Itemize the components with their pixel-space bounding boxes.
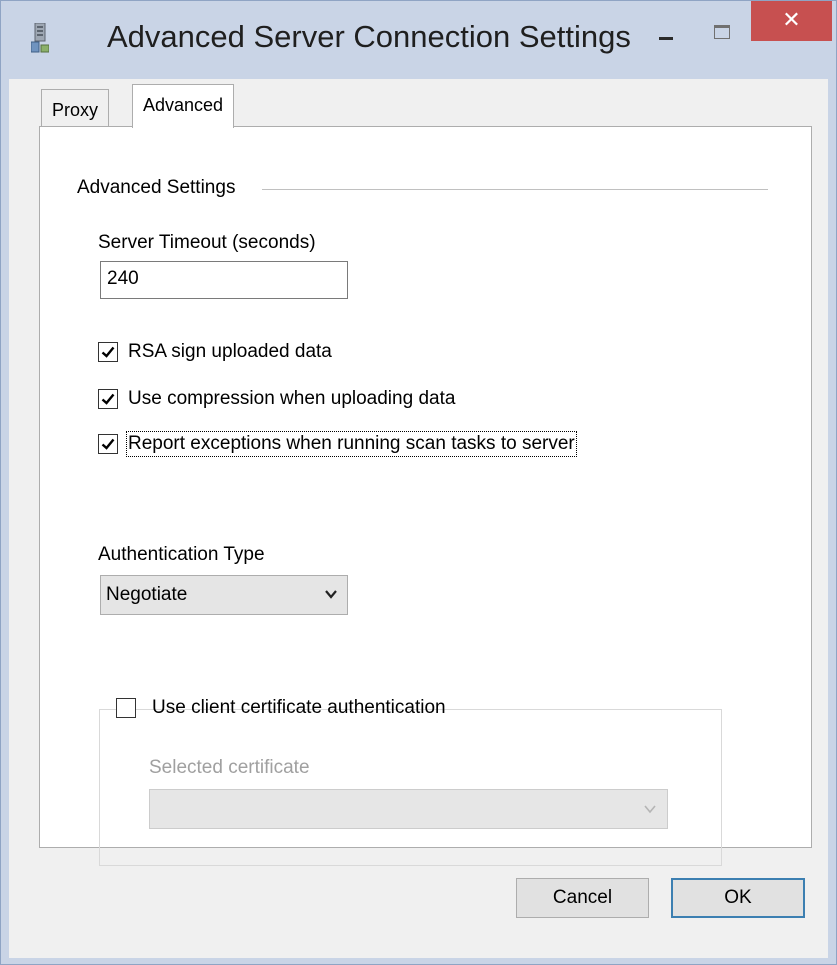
dialog-window: Advanced Server Connection Settings ✕ Pr… <box>0 0 837 965</box>
group-divider <box>262 189 768 190</box>
authentication-type-select[interactable]: Negotiate <box>100 575 348 615</box>
tab-proxy[interactable]: Proxy <box>41 89 110 127</box>
chevron-down-icon <box>644 805 656 814</box>
client-certificate-checkbox-row[interactable]: Use client certificate authentication <box>116 695 446 723</box>
report-exceptions-checkbox[interactable] <box>98 434 118 454</box>
client-certificate-checkbox[interactable] <box>116 698 136 718</box>
cancel-button[interactable]: Cancel <box>516 878 649 918</box>
server-app-icon <box>31 23 49 53</box>
maximize-button[interactable] <box>705 17 739 47</box>
selected-certificate-label: Selected certificate <box>149 757 310 778</box>
client-certificate-label: Use client certificate authentication <box>152 697 446 718</box>
rsa-sign-checkbox[interactable] <box>98 342 118 362</box>
compression-checkbox[interactable] <box>98 389 118 409</box>
close-button[interactable]: ✕ <box>751 1 832 41</box>
checkmark-icon <box>101 438 115 450</box>
close-icon: ✕ <box>782 7 801 32</box>
chevron-down-icon <box>325 590 337 599</box>
tab-advanced[interactable]: Advanced <box>132 84 235 128</box>
dialog-content: Proxy Advanced Advanced Settings Server … <box>9 79 828 958</box>
selected-certificate-select <box>149 789 668 829</box>
compression-label: Use compression when uploading data <box>128 388 456 409</box>
window-title: Advanced Server Connection Settings <box>107 19 631 54</box>
rsa-sign-label: RSA sign uploaded data <box>128 341 332 362</box>
report-exceptions-label: Report exceptions when running scan task… <box>126 431 577 457</box>
authentication-type-label: Authentication Type <box>98 544 265 565</box>
client-certificate-group <box>99 709 722 866</box>
checkmark-icon <box>101 393 115 405</box>
advanced-tab-panel: Advanced Settings Server Timeout (second… <box>39 126 812 866</box>
title-bar[interactable]: Advanced Server Connection Settings ✕ <box>1 1 836 79</box>
ok-button[interactable]: OK <box>671 878 805 918</box>
minimize-button[interactable] <box>651 21 681 47</box>
authentication-type-value: Negotiate <box>106 584 188 605</box>
checkmark-icon <box>101 346 115 358</box>
server-timeout-label: Server Timeout (seconds) <box>98 232 316 253</box>
server-timeout-input[interactable]: 240 <box>100 261 348 299</box>
advanced-settings-group-title: Advanced Settings <box>77 177 244 199</box>
